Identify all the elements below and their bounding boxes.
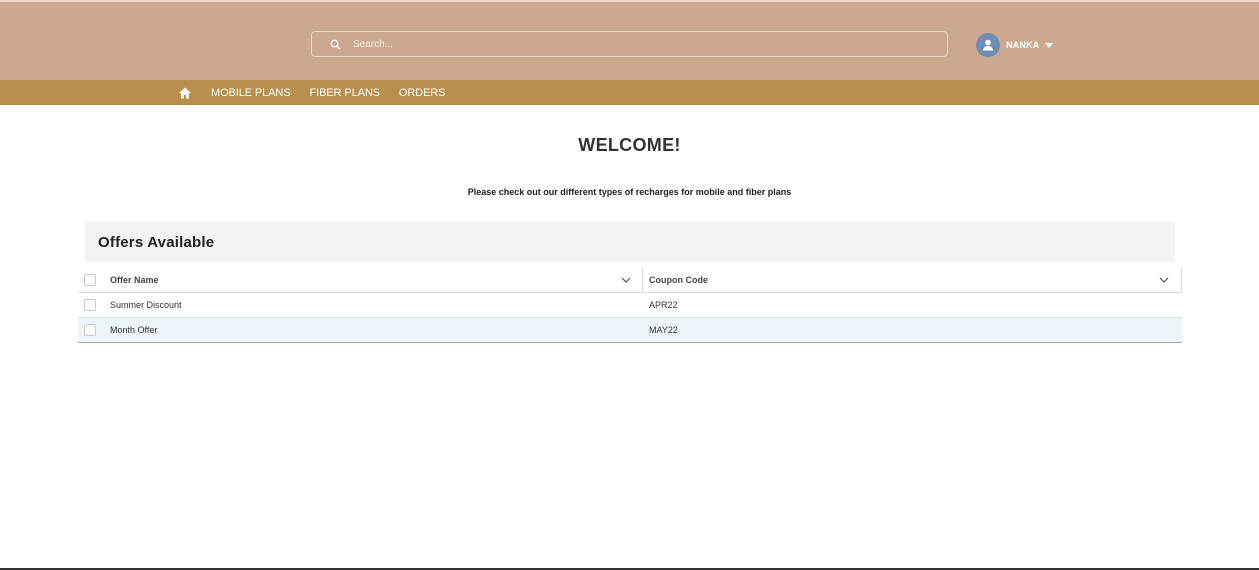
coupon-code-cell: MAY22 — [649, 325, 678, 335]
table-header-row: Offer Name Coupon Code — [78, 268, 1182, 293]
page-title: WELCOME! — [578, 135, 681, 155]
search-input[interactable] — [353, 38, 913, 50]
offers-table: Offer Name Coupon Code Summer Discount A… — [78, 268, 1182, 343]
page-subtitle: Please check out our different types of … — [467, 187, 792, 197]
offer-name-cell: Month Offer — [110, 325, 158, 335]
nav-links: MOBILE PLANS FIBER PLANS ORDERS — [211, 80, 464, 105]
column-header-coupon-code[interactable]: Coupon Code — [649, 275, 708, 285]
row-checkbox[interactable] — [84, 299, 96, 311]
column-header-offer-name[interactable]: Offer Name — [110, 275, 159, 285]
row-checkbox[interactable] — [84, 324, 96, 336]
offers-panel-header: Offers Available — [85, 222, 1175, 262]
select-all-checkbox[interactable] — [84, 274, 96, 286]
chevron-down-icon[interactable] — [1044, 42, 1053, 48]
offers-title: Offers Available — [98, 233, 215, 251]
nav-item-orders[interactable]: ORDERS — [399, 87, 446, 99]
search-icon — [330, 39, 341, 50]
column-divider[interactable] — [642, 268, 643, 293]
chevron-down-icon[interactable] — [1159, 275, 1169, 285]
nav-item-mobile-plans[interactable]: MOBILE PLANS — [211, 87, 291, 99]
nav-bar: MOBILE PLANS FIBER PLANS ORDERS — [0, 80, 1259, 105]
table-row[interactable]: Summer Discount APR22 — [78, 293, 1182, 318]
user-menu[interactable]: NANKA — [976, 33, 1053, 57]
coupon-code-cell: APR22 — [649, 300, 678, 310]
nav-item-fiber-plans[interactable]: FIBER PLANS — [310, 87, 381, 99]
home-icon[interactable] — [178, 86, 192, 100]
user-name[interactable]: NANKA — [1006, 40, 1040, 50]
column-divider[interactable] — [1181, 268, 1182, 293]
top-header: NANKA — [0, 0, 1259, 80]
table-row[interactable]: Month Offer MAY22 — [78, 318, 1182, 343]
chevron-down-icon[interactable] — [621, 275, 631, 285]
offer-name-cell: Summer Discount — [110, 300, 182, 310]
user-icon — [982, 39, 994, 51]
search-box[interactable] — [311, 31, 948, 57]
avatar[interactable] — [976, 33, 1000, 57]
